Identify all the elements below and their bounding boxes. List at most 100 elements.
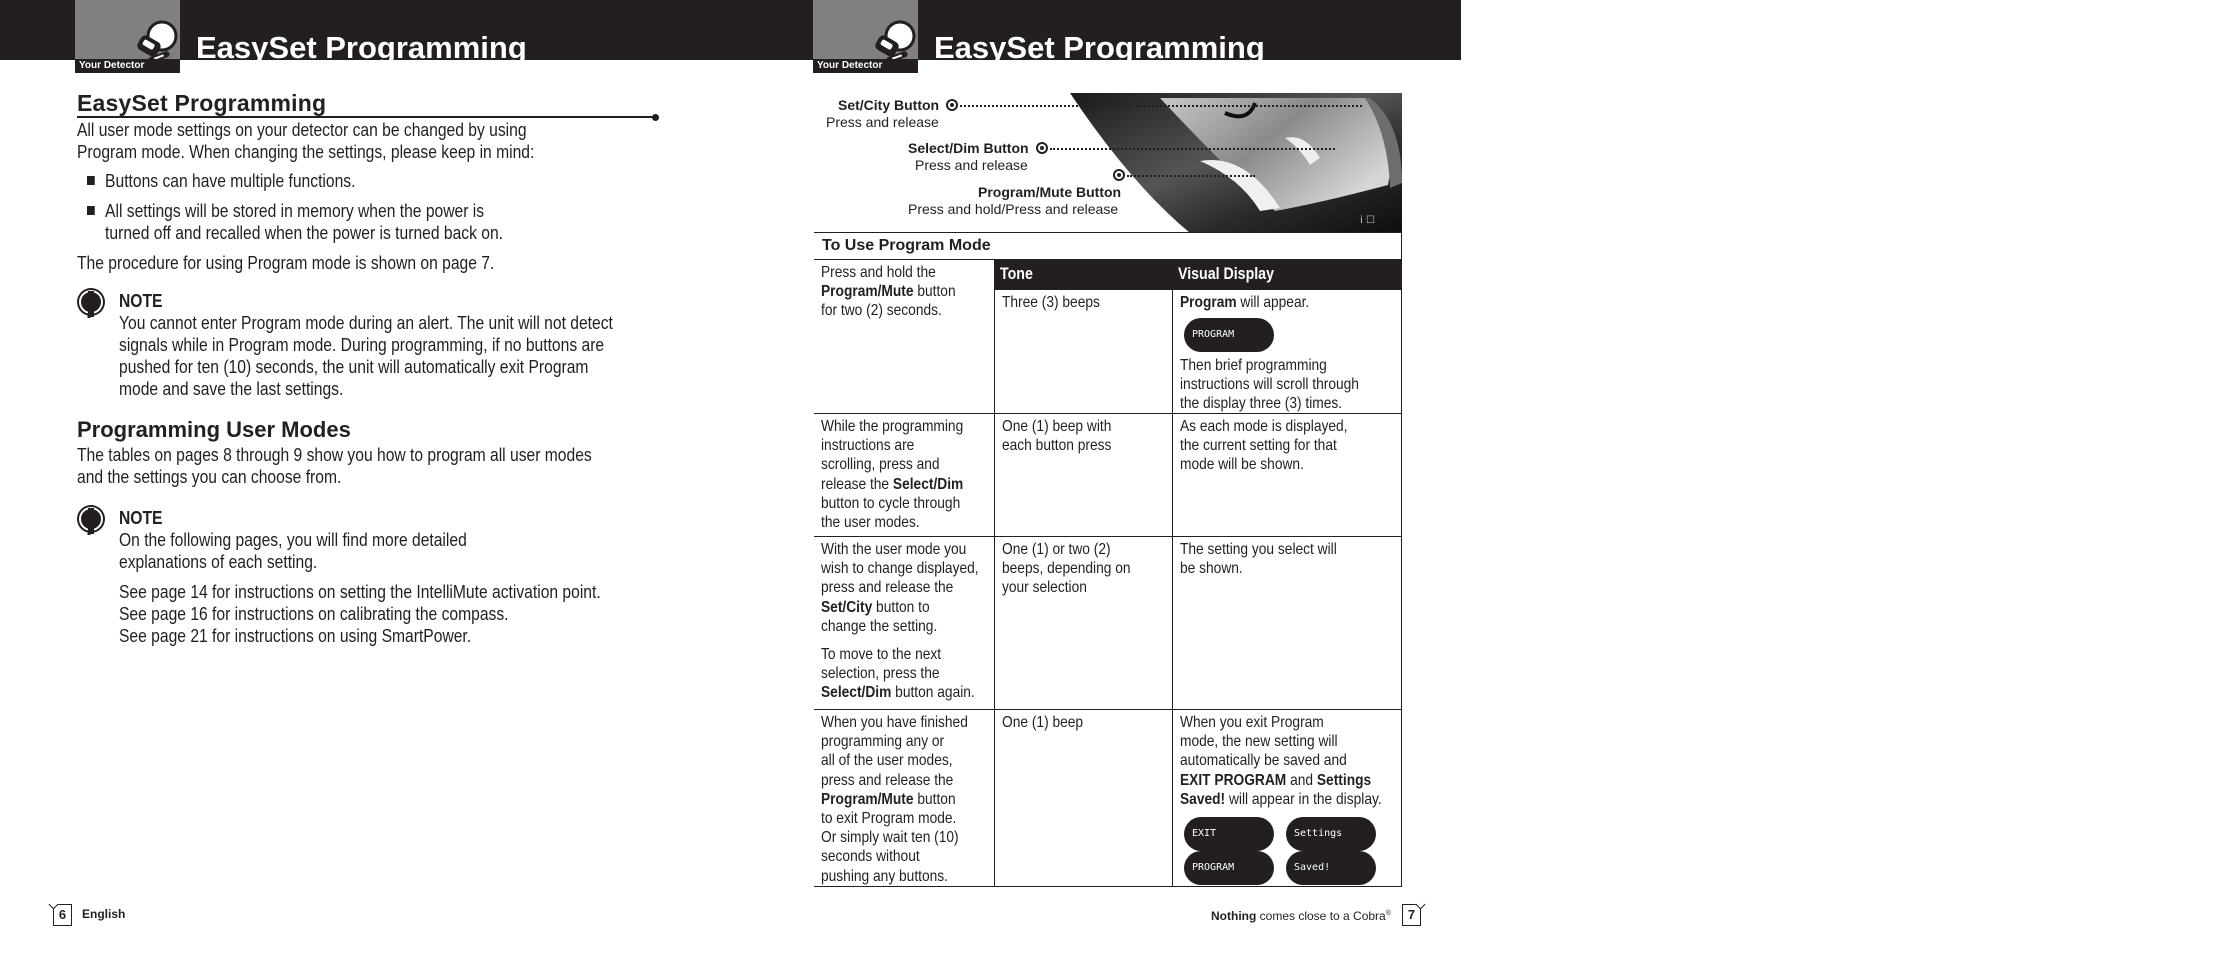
button-marker-icon — [1036, 142, 1048, 154]
callout-label: Program/Mute Button — [978, 184, 1122, 200]
cell-line: beeps, depending on — [1002, 560, 1131, 578]
button-marker-icon — [1113, 169, 1125, 181]
bullet-item: All settings will be stored in memory wh… — [87, 200, 503, 244]
cell-line: press and release the — [821, 771, 968, 790]
cell-line: With the user mode you — [821, 540, 979, 559]
cell-line: Press and hold the — [821, 263, 956, 282]
cell-line: One (1) beep — [1002, 714, 1084, 731]
visual-display-cell: When you exit Program mode, the new setti… — [1180, 713, 1382, 809]
step-cell: With the user mode you wish to change dis… — [821, 540, 979, 703]
bullet-text: Buttons can have multiple functions. — [105, 171, 356, 191]
lcd-display: PROGRAM — [1184, 851, 1274, 885]
text-run: all of the user modes, — [821, 752, 953, 770]
text-run: the user modes. — [821, 514, 920, 532]
callout-action: Press and hold/Press and release — [908, 201, 1119, 217]
cell-line: change the setting. — [821, 617, 979, 636]
cell-line: instructions will scroll through — [1180, 376, 1359, 394]
lcd-display: EXIT — [1184, 817, 1274, 851]
bold-text-run: Program/Mute — [821, 283, 914, 301]
bold-text-run: Saved! — [1180, 790, 1226, 808]
note-line: On the following pages, you will find mo… — [119, 530, 467, 550]
bold-text-run: EXIT PROGRAM — [1180, 771, 1287, 789]
callout-action: Press and release — [826, 114, 939, 130]
svg-text:i ☐: i ☐ — [1360, 215, 1375, 226]
callout-program-mute: Program/Mute Button — [978, 184, 1121, 200]
cell-line: selection, press the — [821, 664, 979, 683]
text-run: pushing any buttons. — [821, 867, 948, 885]
cell-line: When you exit Program — [1180, 713, 1382, 732]
cell-line: Saved! will appear in the display. — [1180, 790, 1382, 809]
callout-action: Press and release — [915, 157, 1028, 173]
page-reference: See page 21 for instructions on using Sm… — [119, 626, 472, 646]
text-run: instructions are — [821, 437, 915, 455]
text-run: programming any or — [821, 733, 945, 751]
text-run: will appear. — [1236, 294, 1310, 311]
note-line: pushed for ten (10) seconds, the unit wi… — [119, 357, 589, 377]
step-cell: When you have finished programming any or… — [821, 713, 968, 886]
footer-tagline: Nothing comes close to a Cobra® — [1211, 909, 1391, 923]
cell-line: One (1) beep with — [1002, 418, 1112, 435]
page-reference: See page 14 for instructions on setting … — [119, 582, 601, 602]
cell-line: As each mode is displayed, — [1180, 417, 1348, 436]
text-run: With the user mode you — [821, 541, 967, 558]
table-border-top — [814, 232, 1402, 233]
cell-line: EXIT PROGRAM and Settings — [1180, 771, 1382, 790]
text-run: press and release the — [821, 579, 954, 597]
text-run: button — [913, 283, 956, 301]
text-run: automatically be saved and — [1180, 752, 1347, 770]
bullet-item: Buttons can have multiple functions. — [87, 170, 355, 192]
bullet-text: All settings will be stored in memory wh… — [105, 201, 485, 221]
cell-line: for two (2) seconds. — [821, 301, 956, 320]
visual-display-cell: Program will appear. — [1180, 293, 1309, 312]
cell-line: programming any or — [821, 732, 968, 751]
cell-line: Then brief programming — [1180, 357, 1327, 374]
text-run: the current setting for that — [1180, 437, 1337, 455]
note-icon — [77, 288, 105, 318]
callout-label: Set/City Button — [838, 97, 940, 113]
cell-line: instructions are — [821, 436, 963, 455]
detector-photo: i ☐ — [1070, 93, 1402, 233]
note-line: You cannot enter Program mode during an … — [119, 313, 613, 333]
text-run: selection, press the — [821, 665, 940, 683]
bullet-square-icon — [87, 201, 105, 221]
paragraph-line: The tables on pages 8 through 9 show you… — [77, 445, 592, 465]
tagline-text: comes close to a Cobra — [1256, 909, 1386, 923]
cell-line: scrolling, press and — [821, 455, 963, 474]
cell-line: Program/Mute button — [821, 282, 956, 301]
footer-language: English — [82, 907, 126, 921]
text-run: Or simply wait ten (10) — [821, 829, 959, 847]
cell-line: One (1) or two (2) — [1002, 541, 1111, 558]
text-run: mode, the new setting will — [1180, 733, 1338, 751]
section-tab-right: Your Detector — [813, 0, 918, 73]
table-title: To Use Program Mode — [822, 237, 991, 254]
cell-line: When you have finished — [821, 713, 968, 732]
intro-line: Program mode. When changing the settings… — [77, 142, 535, 162]
text-run: seconds without — [821, 848, 920, 866]
bold-text-run: Program — [1180, 294, 1237, 311]
column-header-visual-display: Visual Display — [1178, 265, 1274, 283]
callout-select-dim: Select/Dim Button — [908, 140, 1029, 156]
text-run: When you have finished — [821, 714, 968, 731]
cell-line: the user modes. — [821, 513, 963, 532]
cell-line: the display three (3) times. — [1180, 395, 1343, 413]
cell-line: press and release the — [821, 578, 979, 597]
bullet-text: turned off and recalled when the power i… — [105, 223, 504, 243]
cell-line: mode, the new setting will — [1180, 732, 1382, 751]
page-number-badge: 6 — [53, 904, 72, 926]
cell-line: automatically be saved and — [1180, 751, 1382, 770]
callout-set-city: Set/City Button — [838, 97, 939, 113]
subheading: Programming User Modes — [77, 417, 351, 442]
text-run: will appear in the display. — [1225, 790, 1382, 808]
cell-line: Select/Dim button again. — [821, 683, 979, 702]
bold-text-run: Set/City — [821, 598, 873, 616]
cell-line: release the Select/Dim — [821, 475, 963, 494]
tone-cell: One (1) beep with each button press — [1002, 417, 1111, 455]
note-title: NOTE — [119, 291, 163, 311]
leader-line — [1050, 148, 1335, 150]
text-run: press and release the — [821, 771, 954, 789]
column-divider — [1172, 290, 1173, 887]
bold-text-run: Settings — [1316, 771, 1372, 789]
note-line: signals while in Program mode. During pr… — [119, 335, 605, 355]
text-run: be shown. — [1180, 560, 1243, 578]
column-divider — [994, 260, 995, 887]
